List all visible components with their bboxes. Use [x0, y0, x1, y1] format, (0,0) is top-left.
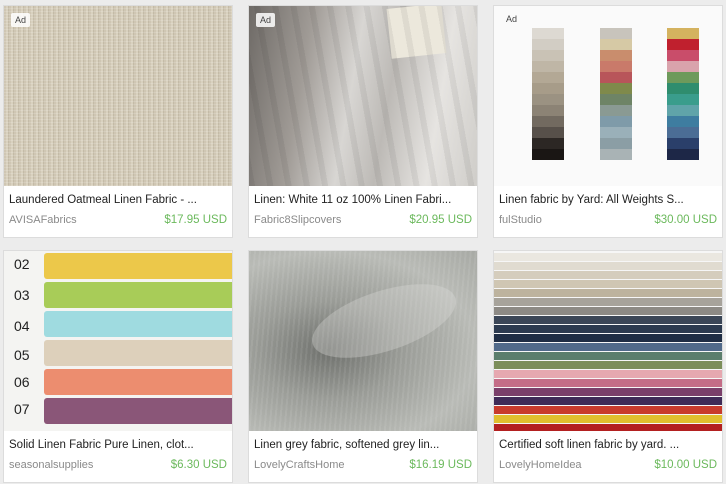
product-image[interactable]	[249, 6, 477, 186]
ad-badge: Ad	[11, 13, 31, 27]
color-number: 06	[14, 374, 30, 390]
listing-card[interactable]: Ad Linen fabric by Yard: All Weights S..…	[494, 6, 722, 237]
listing-price: $16.19 USD	[409, 459, 472, 471]
listing-card[interactable]: 02 03 04 05 06 07 Solid Linen Fabric Pur…	[4, 251, 232, 482]
shop-name[interactable]: seasonalsupplies	[9, 459, 93, 471]
shop-name[interactable]: Fabric8Slipcovers	[254, 214, 341, 226]
color-number: 04	[14, 318, 30, 334]
shop-name[interactable]: LovelyHomeIdea	[499, 459, 582, 471]
listing-price: $17.95 USD	[164, 214, 227, 226]
color-number: 07	[14, 401, 30, 417]
listing-card[interactable]: Ad Linen: White 11 oz 100% Linen Fabri..…	[249, 6, 477, 237]
listing-title[interactable]: Solid Linen Fabric Pure Linen, clot...	[9, 439, 227, 451]
listing-title[interactable]: Certified soft linen fabric by yard. ...	[499, 439, 717, 451]
listing-price: $6.30 USD	[170, 459, 227, 471]
shop-name[interactable]: AVISAFabrics	[9, 214, 77, 226]
listing-price: $30.00 USD	[654, 214, 717, 226]
product-image[interactable]	[4, 6, 232, 186]
color-number: 02	[14, 256, 30, 272]
listing-card[interactable]: Certified soft linen fabric by yard. ...…	[494, 251, 722, 482]
color-number: 05	[14, 347, 30, 363]
ad-badge: Ad	[506, 14, 518, 24]
listing-title[interactable]: Laundered Oatmeal Linen Fabric - ...	[9, 194, 227, 206]
listing-card[interactable]: Linen grey fabric, softened grey lin... …	[249, 251, 477, 482]
shop-name[interactable]: fulStudio	[499, 214, 542, 226]
listing-title[interactable]: Linen grey fabric, softened grey lin...	[254, 439, 472, 451]
listing-price: $10.00 USD	[654, 459, 717, 471]
listing-title[interactable]: Linen fabric by Yard: All Weights S...	[499, 194, 717, 206]
ad-badge: Ad	[256, 13, 276, 27]
listing-price: $20.95 USD	[409, 214, 472, 226]
color-number: 03	[14, 287, 30, 303]
product-image[interactable]: 02 03 04 05 06 07	[4, 251, 232, 431]
product-image[interactable]	[249, 251, 477, 431]
product-image[interactable]	[494, 6, 722, 186]
shop-name[interactable]: LovelyCraftsHome	[254, 459, 344, 471]
product-image[interactable]	[494, 251, 722, 431]
listing-title[interactable]: Linen: White 11 oz 100% Linen Fabri...	[254, 194, 472, 206]
listing-card[interactable]: Ad Laundered Oatmeal Linen Fabric - ... …	[4, 6, 232, 237]
